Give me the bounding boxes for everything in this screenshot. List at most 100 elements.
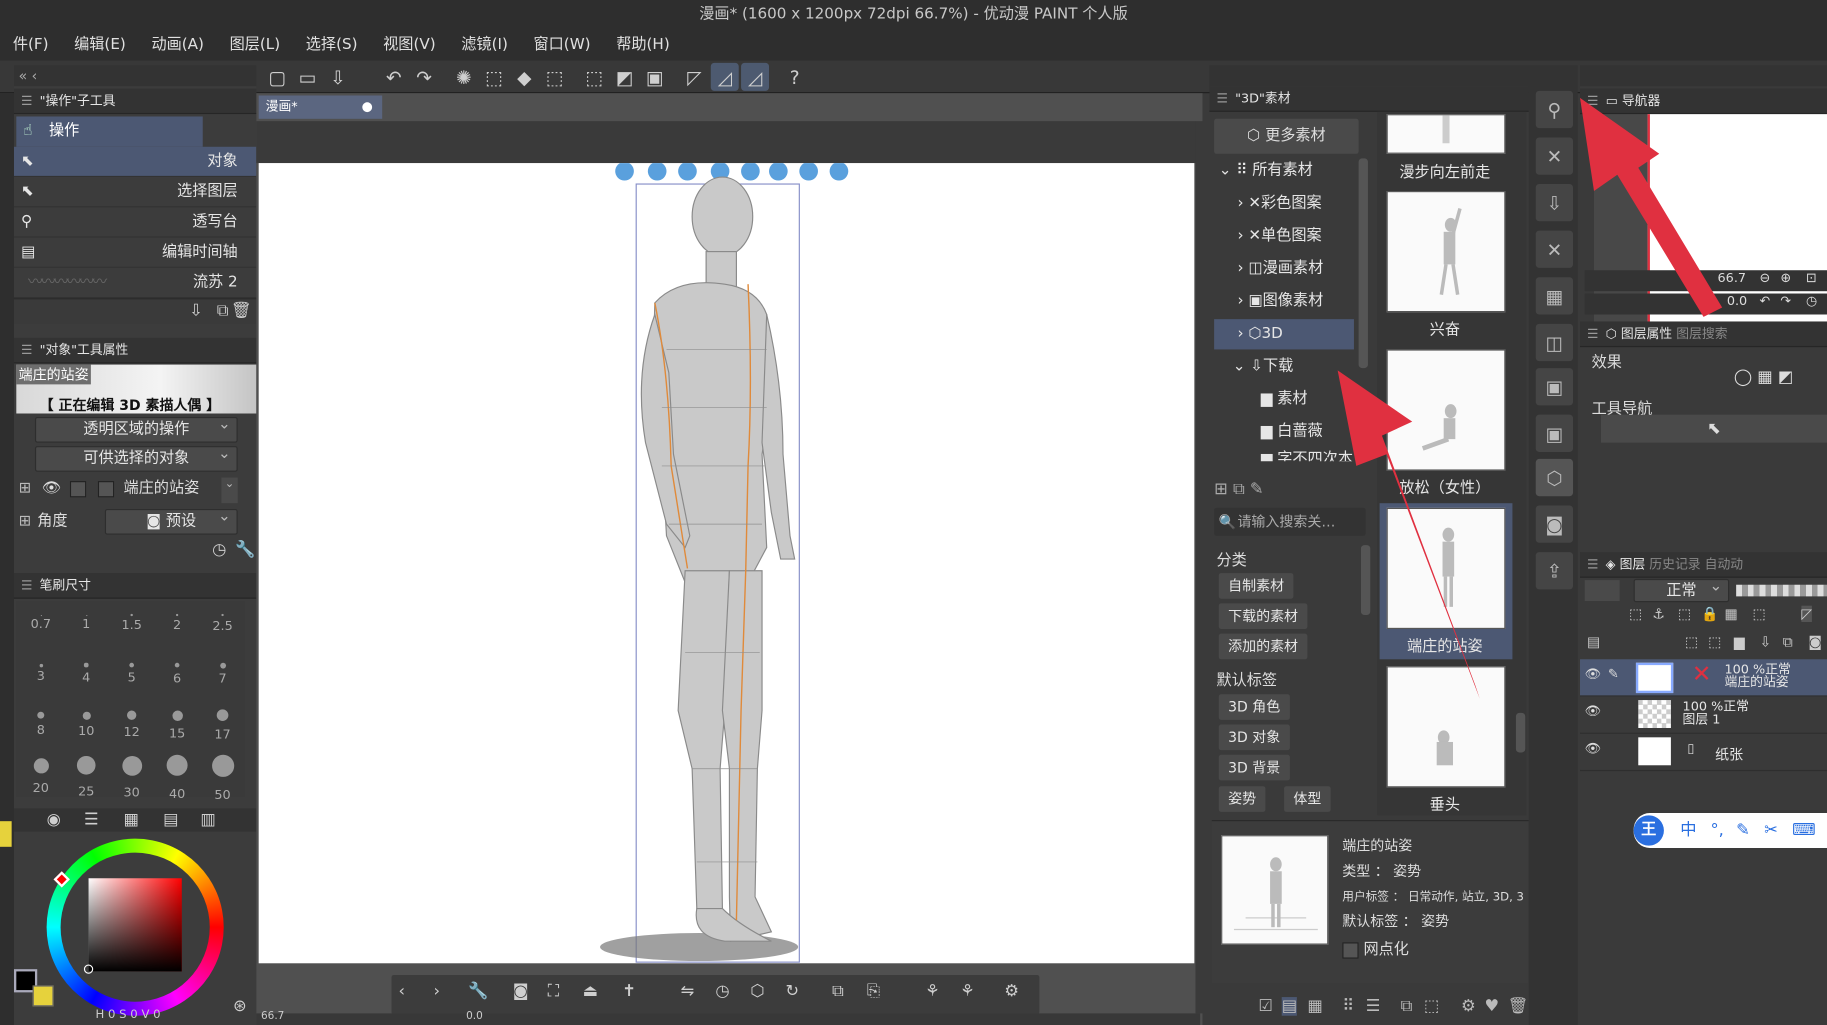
subtool-group-tab[interactable]: ☝ 操作 [16, 116, 203, 147]
brush-size-cell[interactable]: 2 [155, 603, 199, 652]
halftone-checkbox[interactable] [1342, 941, 1359, 959]
tags-scrollbar[interactable] [1360, 545, 1371, 616]
reference-icon[interactable]: ⚓ [1652, 606, 1665, 622]
next-icon[interactable]: › [433, 982, 440, 1001]
tree-scrollbar[interactable] [1358, 158, 1368, 369]
transform-icon[interactable]: ⬚ [541, 63, 569, 91]
brush-size-cell[interactable]: 1 [64, 603, 108, 652]
thumb-relax-female[interactable] [1386, 349, 1506, 471]
color-effect-icon[interactable]: ◩ [1778, 368, 1793, 387]
body-shape-icon[interactable]: ⬡ [750, 982, 764, 1001]
edit-folder-icon[interactable]: ✎ [1250, 480, 1264, 499]
menu-window[interactable]: 窗口(W) [521, 30, 604, 60]
nav-fit-icon[interactable]: ⊡ [1806, 270, 1817, 285]
model-dropdown-icon[interactable]: ⌄ [221, 477, 238, 504]
tag-3d-object[interactable]: 3D 对象 [1218, 724, 1290, 751]
zoom-readout[interactable]: 66.7 [261, 1011, 284, 1023]
brush-size-cell[interactable]: 50 [200, 754, 244, 803]
layer-search-tab[interactable]: 图层搜索 [1676, 326, 1727, 341]
preset-select[interactable]: ◙ 预设 [104, 506, 238, 535]
flip-icon[interactable]: ⇋ [680, 982, 694, 1001]
subtool-delete-icon[interactable]: 🗑 [231, 302, 252, 321]
list-view-icon[interactable]: ☰ [1366, 997, 1381, 1016]
brush-size-cell[interactable]: 8 [19, 704, 63, 753]
camera-angle-icon[interactable]: ◙ [513, 982, 529, 1001]
layers-tab[interactable]: 图层 [1620, 557, 1646, 572]
blend-mode-select[interactable]: 正常 [1633, 575, 1730, 603]
layer-eye-icon[interactable]: 👁 [1585, 741, 1601, 756]
brush-size-cell[interactable]: 7 [200, 653, 244, 702]
side-icon-10[interactable]: ◙ [1535, 505, 1574, 543]
tree-white-rose[interactable]: ▆ 白蔷薇 [1261, 417, 1323, 447]
color-mode-icon[interactable]: ⊛ [233, 997, 247, 1016]
new-vector-layer-icon[interactable]: ⬚ [1708, 634, 1721, 650]
border-effect-icon[interactable]: ◯ [1734, 368, 1757, 387]
trash-icon[interactable]: 🗑 [1508, 997, 1529, 1016]
fit-icon[interactable]: ⛶ [548, 982, 559, 1001]
color-set-tab-icon[interactable]: ▦ [124, 811, 139, 830]
3d-mannequin[interactable] [259, 161, 1195, 963]
save-icon[interactable]: ⇩ [324, 63, 352, 91]
copy-folder-icon[interactable]: ⧉ [1233, 480, 1245, 499]
new-folder-icon[interactable]: ⊞ [1214, 480, 1228, 499]
menu-grip-icon[interactable]: ☰ [1587, 552, 1599, 578]
halftone-checkbox-row[interactable]: 网点化 [1342, 936, 1409, 959]
sv-marker[interactable] [83, 964, 94, 974]
brush-size-cell[interactable]: 25 [64, 754, 108, 803]
brush-size-cell[interactable]: 1.5 [110, 603, 154, 652]
subtool-duplicate-icon[interactable]: ⧉ [217, 302, 229, 321]
mask-layer-icon[interactable]: ◙ [1808, 634, 1822, 650]
subtool-item-tassel[interactable]: 〰〰〰〰〰〰 流苏 2 [13, 268, 257, 299]
side-icon-5[interactable]: ▦ [1535, 277, 1574, 315]
thumbs-scrollbar[interactable] [1514, 111, 1527, 816]
show-selection-icon[interactable]: ▣ [641, 63, 669, 91]
tool-color-swatch[interactable] [0, 821, 12, 847]
tree-all[interactable]: ⌄ ⠿ 所有素材 [1219, 156, 1313, 186]
angle-expand-icon[interactable]: ⊞ [19, 508, 32, 536]
material-search-input[interactable]: 🔍 请输入搜索关… [1214, 507, 1366, 536]
brush-size-cell[interactable]: 10 [64, 704, 108, 753]
tree-material[interactable]: ▆ 素材 [1261, 384, 1308, 414]
brush-size-cell[interactable]: 0.7 [19, 603, 63, 652]
selectable-object-select[interactable]: 可供选择的对象 [34, 443, 238, 472]
nav-angle-value[interactable]: 0.0 [1727, 294, 1747, 309]
tree-color-pattern[interactable]: › ✕彩色图案 [1237, 189, 1321, 219]
layer-row-paper[interactable]: 👁 ▯ 纸张 [1580, 734, 1827, 772]
new-raster-layer-icon[interactable]: ⬚ [1685, 634, 1698, 650]
menu-help[interactable]: 帮助(H) [603, 30, 682, 60]
settings-icon[interactable]: ⚙ [1004, 982, 1019, 1001]
help-icon[interactable]: ? [781, 63, 809, 91]
brush-size-cell[interactable]: 15 [155, 704, 199, 753]
layer-eye-icon[interactable]: 👁 [1585, 666, 1601, 681]
brush-size-cell[interactable]: 5 [110, 653, 154, 702]
menu-grip-icon[interactable]: ☰ [21, 89, 33, 115]
menu-edit[interactable]: 编辑(E) [61, 30, 138, 60]
rotate-icon[interactable]: ◷ [715, 982, 729, 1001]
brush-size-cell[interactable]: 40 [155, 754, 199, 803]
canvas-tab[interactable]: 漫画* ● [258, 95, 383, 119]
menu-filter[interactable]: 滤镜(I) [448, 30, 520, 60]
layer-mask-off-icon[interactable]: ✕ [1692, 659, 1712, 687]
canvas-paper[interactable] [258, 161, 1195, 964]
menu-grip-icon[interactable]: ☰ [1587, 89, 1599, 115]
layer-list-icon[interactable]: ▤ [1587, 634, 1600, 650]
tag-body-shape[interactable]: 体型 [1284, 786, 1331, 812]
menu-grip-icon[interactable]: ☰ [21, 573, 33, 599]
undo-icon[interactable]: ↶ [380, 63, 408, 91]
subtool-item-select-layer[interactable]: ⬉ 选择图层 [13, 177, 257, 208]
side-icon-3[interactable]: ⇩ [1535, 184, 1574, 222]
layer-property-tab[interactable]: 图层属性 [1621, 326, 1672, 341]
new-file-icon[interactable]: ▢ [263, 63, 291, 91]
ground-icon[interactable]: ⏏ [583, 982, 598, 1001]
auto-action-tab[interactable]: 自动动 [1705, 557, 1743, 572]
lock-transparent-icon[interactable]: ▦ [1724, 606, 1737, 622]
tree-3d[interactable]: › ⬡3D [1214, 319, 1354, 350]
menu-grip-icon[interactable]: ☰ [21, 338, 33, 364]
intermediate-color-tab-icon[interactable]: ▤ [163, 811, 178, 830]
new-folder-icon[interactable]: ▆ [1734, 634, 1745, 650]
prev-icon[interactable]: ‹ [398, 982, 405, 1001]
gear-icon[interactable]: ⚙ [1461, 997, 1476, 1016]
grid-view-icon[interactable]: ▦ [1307, 997, 1322, 1016]
ime-logo[interactable]: 王 [1633, 815, 1664, 846]
model-checkbox-2[interactable] [97, 481, 115, 498]
